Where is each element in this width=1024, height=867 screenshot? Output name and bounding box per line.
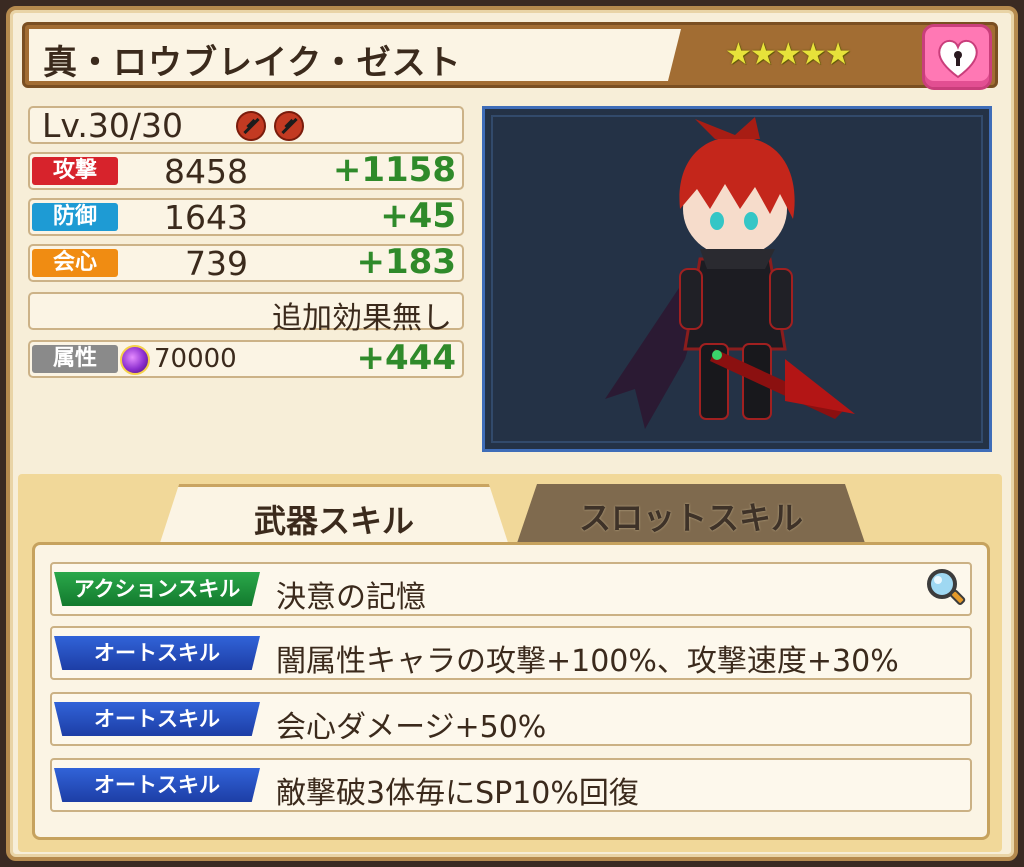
title-bar: 真・ロウブレイク・ゼスト ★★★★★ bbox=[22, 22, 998, 88]
star-icon: ★ bbox=[799, 37, 827, 72]
skill-text: 敵撃破3体毎にSP10%回復 bbox=[276, 776, 639, 811]
favorite-lock-button[interactable] bbox=[922, 24, 992, 90]
level-row: Lv.30/30 bbox=[28, 106, 464, 145]
critical-bonus: +183 bbox=[356, 242, 456, 282]
defense-value: 1643 bbox=[164, 198, 248, 237]
magnifier-icon[interactable] bbox=[924, 566, 968, 610]
attribute-label: 属性 bbox=[32, 345, 118, 373]
skill-row-auto-2: オートスキル 会心ダメージ+50% bbox=[50, 692, 972, 746]
skill-row-auto-1: オートスキル 闇属性キャラの攻撃+100%、攻撃速度+30% bbox=[50, 626, 972, 680]
extra-effect-row: 追加効果無し bbox=[28, 292, 464, 336]
star-icon: ★ bbox=[725, 37, 752, 72]
level-text: Lv.30/30 bbox=[42, 106, 183, 145]
attack-value: 8458 bbox=[164, 152, 248, 191]
star-icon: ★ bbox=[749, 37, 777, 72]
defense-row: 防御 1643 +45 bbox=[28, 196, 464, 237]
defense-bonus: +45 bbox=[380, 196, 456, 236]
defense-label: 防御 bbox=[32, 203, 118, 231]
critical-label: 会心 bbox=[32, 249, 118, 277]
attribute-value: 70000 bbox=[154, 344, 237, 374]
skill-text: 闇属性キャラの攻撃+100%、攻撃速度+30% bbox=[276, 644, 899, 679]
star-icon: ★ bbox=[824, 37, 852, 72]
awaken-sword-icon bbox=[236, 111, 266, 141]
skill-row-action[interactable]: アクションスキル 決意の記憶 bbox=[50, 562, 972, 616]
star-icon: ★ bbox=[774, 37, 802, 72]
title-plate: 真・ロウブレイク・ゼスト bbox=[29, 29, 681, 81]
tab-slot-skill-label: スロットスキル bbox=[578, 499, 803, 537]
auto-skill-tag: オートスキル bbox=[54, 636, 260, 670]
tab-weapon-skill[interactable]: 武器スキル bbox=[158, 484, 510, 549]
action-skill-tag: アクションスキル bbox=[54, 572, 260, 606]
attack-row: 攻撃 8458 +1158 bbox=[28, 150, 464, 191]
weapon-name: 真・ロウブレイク・ゼスト bbox=[43, 43, 462, 83]
critical-row: 会心 739 +183 bbox=[28, 242, 464, 283]
attack-bonus: +1158 bbox=[332, 150, 456, 190]
skill-row-auto-3: オートスキル 敵撃破3体毎にSP10%回復 bbox=[50, 758, 972, 812]
extra-effect-text: 追加効果無し bbox=[272, 301, 452, 336]
auto-skill-tag: オートスキル bbox=[54, 702, 260, 736]
tab-weapon-skill-label: 武器スキル bbox=[253, 502, 414, 540]
rarity-stars: ★★★★★ bbox=[725, 37, 852, 72]
attribute-row: 属性 70000 +444 bbox=[28, 338, 464, 378]
skill-text: 会心ダメージ+50% bbox=[276, 710, 547, 745]
attribute-bonus: +444 bbox=[356, 338, 456, 378]
tab-slot-skill[interactable]: スロットスキル bbox=[516, 484, 866, 546]
dark-orb-icon bbox=[120, 345, 150, 375]
attack-label: 攻撃 bbox=[32, 157, 118, 185]
critical-value: 739 bbox=[185, 244, 248, 283]
character-sprite bbox=[605, 117, 855, 429]
heart-lock-icon bbox=[938, 39, 978, 79]
skill-text: 決意の記憶 bbox=[276, 580, 426, 615]
character-portrait bbox=[482, 106, 992, 452]
awaken-sword-icon bbox=[274, 111, 304, 141]
auto-skill-tag: オートスキル bbox=[54, 768, 260, 802]
